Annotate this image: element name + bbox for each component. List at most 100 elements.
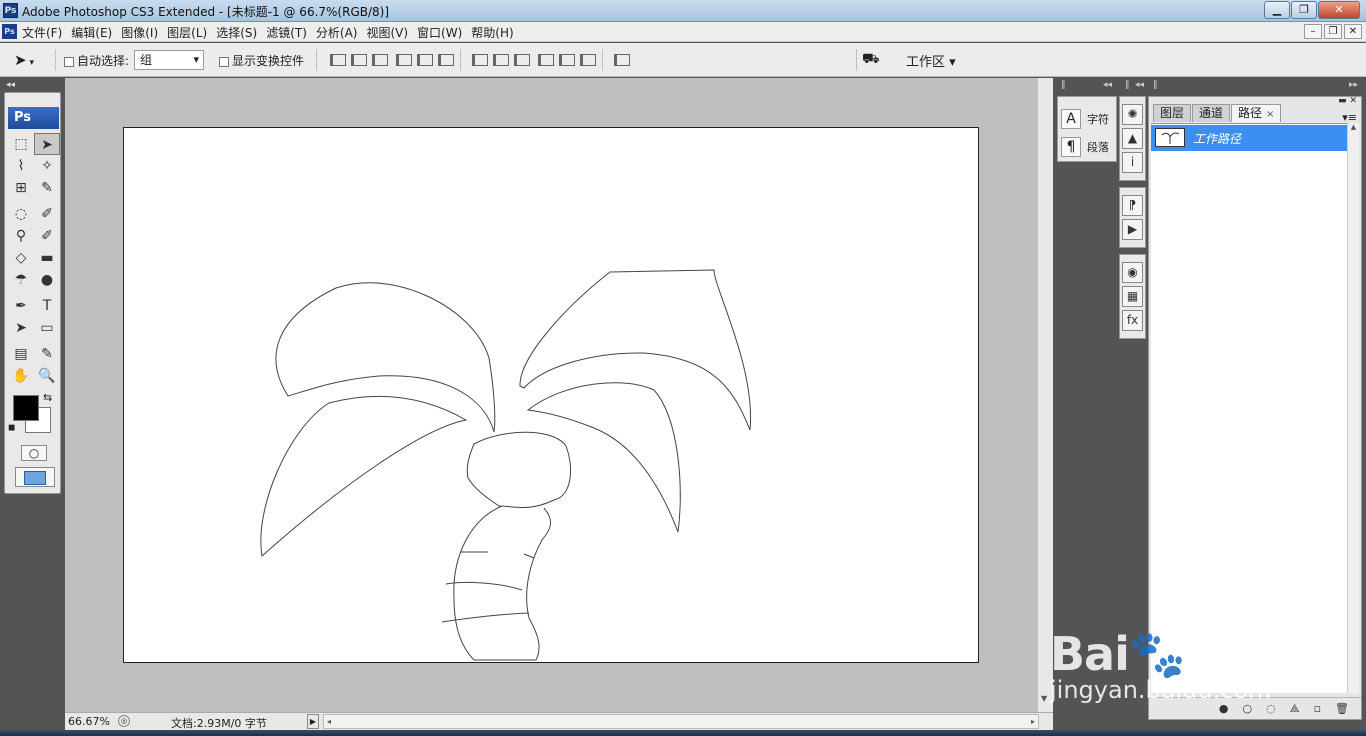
distribute-left-icon[interactable] [536,51,554,67]
dock-grip-icon[interactable]: ‖ [1061,80,1066,90]
blur-tool-icon[interactable]: ☂ [8,269,34,291]
tab-paths[interactable]: 路径 × [1231,104,1282,122]
scroll-left-icon[interactable]: ◂ [327,717,331,726]
lasso-tool-icon[interactable]: ⌇ [8,155,34,177]
swatches-icon[interactable]: ▦ [1122,286,1143,307]
menu-help[interactable]: 帮助(H) [471,24,513,41]
dock-grip-icon[interactable]: ‖ [1125,80,1130,90]
eraser-tool-icon[interactable]: ◇ [8,247,34,269]
align-left-icon[interactable] [394,51,412,67]
align-right-icon[interactable] [436,51,454,67]
pen-tool-icon[interactable]: ✒ [8,295,34,317]
clone-stamp-tool-icon[interactable]: ⚲ [8,225,34,247]
marquee-tool-icon[interactable]: ⬚ [8,133,34,155]
document-icon[interactable]: Ps [2,24,17,39]
baidu-jingyan-watermark: Bai🐾经验 jingyan.baidu.com [1050,602,1350,706]
minimize-button[interactable]: ▁ [1264,1,1290,19]
dodge-tool-icon[interactable]: ● [34,269,60,291]
move-tool-preset-picker[interactable]: ➤ ▾ [8,49,56,71]
bridge-icon[interactable]: ⛟ [862,51,886,69]
tab-layers[interactable]: 图层 [1153,104,1192,122]
scroll-down-icon[interactable]: ▼ [1041,694,1047,703]
workspace-menu[interactable]: 工作区 ▾ [906,51,956,70]
character-panel-button[interactable]: A 字符 [1061,109,1109,129]
path-selection-tool-icon[interactable]: ➤ [8,317,34,339]
doc-close-button[interactable]: ✕ [1344,24,1362,39]
screen-mode-button[interactable] [15,467,55,487]
menu-analysis[interactable]: 分析(A) [316,24,358,41]
doc-restore-button[interactable]: ❐ [1324,24,1342,39]
gradient-tool-icon[interactable]: ▬ [34,247,60,269]
align-horizontal-center-icon[interactable] [415,51,433,67]
zoom-options-icon[interactable]: ◎ [118,715,130,727]
distribute-right-icon[interactable] [578,51,596,67]
close-tab-icon[interactable]: × [1266,109,1274,120]
palm-tree-sketch [260,269,752,661]
color-icon[interactable]: ◉ [1122,262,1143,283]
title-bar: Ps Adobe Photoshop CS3 Extended - [未标题-1… [0,0,1366,22]
expand-dock-icon[interactable]: ▸▸ [1349,80,1358,90]
scroll-right-icon[interactable]: ▸ [1031,717,1035,726]
status-menu-arrow-icon[interactable]: ▶ [307,714,319,729]
doc-minimize-button[interactable]: – [1304,24,1322,39]
move-tool-icon[interactable]: ➤ [34,133,60,155]
align-bottom-icon[interactable] [370,51,388,67]
menu-layer[interactable]: 图层(L) [167,24,207,41]
distribute-top-icon[interactable] [470,51,488,67]
history-brush-tool-icon[interactable]: ✐ [34,225,60,247]
character-icon: A [1061,109,1081,129]
align-top-icon[interactable] [328,51,346,67]
histogram-icon[interactable]: ▲ [1122,128,1143,149]
auto-select-checkbox[interactable]: 自动选择: [64,52,129,69]
collapse-toolbox-icon[interactable]: ◂◂ [6,80,15,90]
crop-tool-icon[interactable]: ⊞ [8,177,34,199]
menu-filter[interactable]: 滤镜(T) [266,24,307,41]
notes-tool-icon[interactable]: ▤ [8,343,34,365]
distribute-hcenter-icon[interactable] [557,51,575,67]
info-icon[interactable]: i [1122,152,1143,173]
panel-minimize-close-icons[interactable]: ▬ ✕ [1338,96,1357,106]
close-button[interactable]: ✕ [1318,1,1360,19]
auto-select-dropdown[interactable]: 组 [134,50,204,70]
paragraph-panel-button[interactable]: ¶ 段落 [1061,137,1109,157]
menu-file[interactable]: 文件(F) [22,24,62,41]
slice-tool-icon[interactable]: ✎ [34,177,60,199]
hand-tool-icon[interactable]: ✋ [8,365,34,387]
menu-edit[interactable]: 编辑(E) [71,24,112,41]
magic-wand-tool-icon[interactable]: ✧ [34,155,60,177]
navigator-icon[interactable]: ✺ [1122,104,1143,125]
history-icon[interactable]: ⁋ [1122,195,1143,216]
window-title: Adobe Photoshop CS3 Extended - [未标题-1 @ … [22,5,390,19]
foreground-color-swatch[interactable] [13,395,39,421]
auto-align-layers-icon[interactable] [612,51,630,67]
collapse-dock-icon[interactable]: ◂◂ [1135,80,1144,90]
maximize-button[interactable]: ❐ [1291,1,1317,19]
document-canvas[interactable] [123,127,979,663]
swap-colors-icon[interactable]: ⇆ [43,391,52,404]
align-vertical-center-icon[interactable] [349,51,367,67]
quick-mask-button[interactable]: ○ [21,445,47,461]
healing-brush-tool-icon[interactable]: ◌ [8,203,34,225]
show-transform-checkbox[interactable]: 显示变换控件 [219,52,304,69]
horizontal-scrollbar[interactable]: ◂ ▸ [323,714,1039,729]
default-colors-icon[interactable]: ◼ [8,423,15,433]
shape-tool-icon[interactable]: ▭ [34,317,60,339]
menu-image[interactable]: 图像(I) [121,24,158,41]
eyedropper-tool-icon[interactable]: ✎ [34,343,60,365]
menu-select[interactable]: 选择(S) [216,24,257,41]
menu-view[interactable]: 视图(V) [366,24,408,41]
brush-tool-icon[interactable]: ✐ [34,203,60,225]
type-tool-icon[interactable]: T [34,295,60,317]
path-row-work-path[interactable]: 工作路径 [1151,125,1347,151]
distribute-vcenter-icon[interactable] [491,51,509,67]
styles-icon[interactable]: fx [1122,310,1143,331]
collapse-dock-icon[interactable]: ◂◂ [1103,80,1112,90]
menu-window[interactable]: 窗口(W) [417,24,462,41]
zoom-tool-icon[interactable]: 🔍 [34,365,60,387]
zoom-level-field[interactable]: 66.67% [68,715,110,728]
actions-icon[interactable]: ▶ [1122,219,1143,240]
panel-icon-column: ✺ ▲ i ⁋ ▶ ◉ ▦ fx [1119,96,1146,356]
dock-grip-icon[interactable]: ‖ [1153,80,1158,90]
distribute-bottom-icon[interactable] [512,51,530,67]
tab-channels[interactable]: 通道 [1192,104,1231,122]
